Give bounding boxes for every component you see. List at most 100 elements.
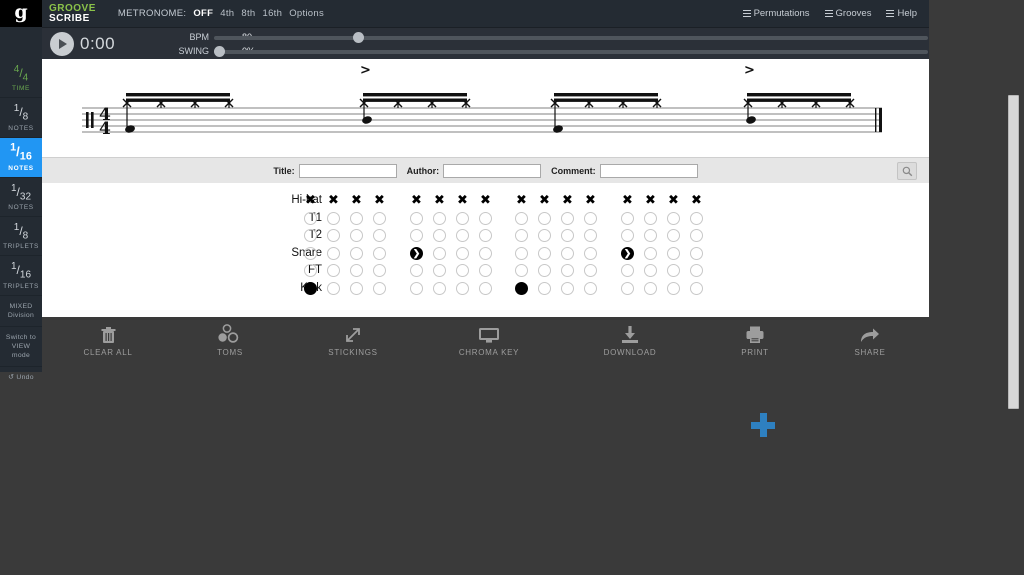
grid-row-snare-cell-8[interactable] xyxy=(479,247,492,260)
grid-row-hihat-cell-8[interactable]: ✖ xyxy=(479,194,492,207)
sidebar-item-undo[interactable]: ↺ Undo xyxy=(0,367,42,388)
grid-row-t1-cell-2[interactable] xyxy=(327,212,340,225)
grid-row-hihat-cell-5[interactable]: ✖ xyxy=(410,194,423,207)
grid-row-t2-cell-4[interactable] xyxy=(373,229,386,242)
grid-row-snare-cell-16[interactable] xyxy=(690,247,703,260)
grid-row-hihat-cell-1[interactable]: ✖ xyxy=(304,194,317,207)
grid-row-t2-cell-15[interactable] xyxy=(667,229,680,242)
grid-row-snare-cell-13[interactable]: ❯ xyxy=(621,247,634,260)
sidebar-item-32nd-notes[interactable]: 1/32 NOTES xyxy=(0,178,42,218)
grid-row-ft-cell-15[interactable] xyxy=(667,264,680,277)
grid-row-snare-cell-9[interactable] xyxy=(515,247,528,260)
grid-row-snare-cell-10[interactable] xyxy=(538,247,551,260)
grid-row-snare-cell-3[interactable] xyxy=(350,247,363,260)
grid-row-hihat-cell-7[interactable]: ✖ xyxy=(456,194,469,207)
grid-row-ft-cell-4[interactable] xyxy=(373,264,386,277)
comment-input[interactable] xyxy=(599,164,698,178)
metronome-option-4th[interactable]: 4th xyxy=(220,8,234,19)
menu-permutations[interactable]: Permutations xyxy=(742,8,810,19)
grid-row-hihat-cell-9[interactable]: ✖ xyxy=(515,194,528,207)
grid-row-t1-cell-4[interactable] xyxy=(373,212,386,225)
grid-row-kick-cell-5[interactable] xyxy=(410,282,423,295)
grid-row-snare-cell-7[interactable] xyxy=(456,247,469,260)
grid-row-hihat-cell-14[interactable]: ✖ xyxy=(644,194,657,207)
grid-row-snare-cell-1[interactable] xyxy=(304,247,317,260)
sidebar-item-mixed-division[interactable]: MIXED Division xyxy=(0,296,42,327)
menu-grooves[interactable]: Grooves xyxy=(824,8,871,19)
grid-row-t1-cell-10[interactable] xyxy=(538,212,551,225)
grid-row-kick-cell-10[interactable] xyxy=(538,282,551,295)
grid-row-t2-cell-9[interactable] xyxy=(515,229,528,242)
grid-row-t1-cell-7[interactable] xyxy=(456,212,469,225)
bpm-slider-track[interactable] xyxy=(214,36,928,40)
grid-row-kick-cell-6[interactable] xyxy=(433,282,446,295)
grid-row-kick-cell-12[interactable] xyxy=(584,282,597,295)
swing-slider-track[interactable] xyxy=(214,50,928,54)
grid-row-t1-cell-9[interactable] xyxy=(515,212,528,225)
grid-row-t2-cell-12[interactable] xyxy=(584,229,597,242)
grid-row-t2-cell-8[interactable] xyxy=(479,229,492,242)
grid-row-kick-cell-3[interactable] xyxy=(350,282,363,295)
grid-row-snare-cell-2[interactable] xyxy=(327,247,340,260)
grid-row-t2-cell-3[interactable] xyxy=(350,229,363,242)
sidebar-item-16th-notes[interactable]: 1/16 NOTES xyxy=(0,137,42,178)
clear-all-button[interactable]: CLEAR ALL xyxy=(53,322,163,357)
grid-row-ft-cell-1[interactable] xyxy=(304,264,317,277)
grid-row-kick-cell-15[interactable] xyxy=(667,282,680,295)
grid-row-snare-cell-6[interactable] xyxy=(433,247,446,260)
download-button[interactable]: DOWNLOAD xyxy=(575,322,685,357)
metronome-options-menu[interactable]: Options xyxy=(289,8,324,19)
grid-row-t1-cell-6[interactable] xyxy=(433,212,446,225)
author-input[interactable] xyxy=(443,164,542,178)
grid-row-t1-cell-8[interactable] xyxy=(479,212,492,225)
grid-row-snare-cell-14[interactable] xyxy=(644,247,657,260)
grid-row-snare-cell-5[interactable]: ❯ xyxy=(410,247,423,260)
grid-row-t1-cell-12[interactable] xyxy=(584,212,597,225)
grid-row-kick-cell-8[interactable] xyxy=(479,282,492,295)
grid-row-hihat-cell-3[interactable]: ✖ xyxy=(350,194,363,207)
grid-row-t2-cell-13[interactable] xyxy=(621,229,634,242)
grid-row-t1-cell-16[interactable] xyxy=(690,212,703,225)
bpm-slider-knob[interactable] xyxy=(353,32,364,43)
grid-row-kick-cell-13[interactable] xyxy=(621,282,634,295)
toms-button[interactable]: TOMS xyxy=(175,322,285,357)
grid-row-kick-cell-4[interactable] xyxy=(373,282,386,295)
grid-row-hihat-cell-11[interactable]: ✖ xyxy=(561,194,574,207)
grid-row-ft-cell-5[interactable] xyxy=(410,264,423,277)
grid-row-hihat-cell-2[interactable]: ✖ xyxy=(327,194,340,207)
grid-row-t2-cell-16[interactable] xyxy=(690,229,703,242)
grid-row-t1-cell-14[interactable] xyxy=(644,212,657,225)
stickings-button[interactable]: STICKINGS xyxy=(298,322,408,357)
grid-row-t2-cell-6[interactable] xyxy=(433,229,446,242)
grid-row-hihat-cell-15[interactable]: ✖ xyxy=(667,194,680,207)
swing-slider-knob[interactable] xyxy=(214,46,225,57)
grid-row-hihat-cell-10[interactable]: ✖ xyxy=(538,194,551,207)
grid-row-kick-cell-16[interactable] xyxy=(690,282,703,295)
add-measure-button[interactable] xyxy=(751,413,775,437)
sidebar-item-8th-notes[interactable]: 1/8 NOTES xyxy=(0,98,42,138)
grid-row-kick-cell-9[interactable] xyxy=(515,282,528,295)
grid-row-kick-cell-7[interactable] xyxy=(456,282,469,295)
grid-row-ft-cell-3[interactable] xyxy=(350,264,363,277)
grid-row-t2-cell-5[interactable] xyxy=(410,229,423,242)
sidebar-item-view-mode[interactable]: Switch to VIEW mode xyxy=(0,327,42,367)
grid-row-ft-cell-12[interactable] xyxy=(584,264,597,277)
grid-row-hihat-cell-6[interactable]: ✖ xyxy=(433,194,446,207)
grid-row-snare-cell-4[interactable] xyxy=(373,247,386,260)
sidebar-item-8th-triplets[interactable]: 1/8 TRIPLETS xyxy=(0,217,42,257)
grid-row-ft-cell-9[interactable] xyxy=(515,264,528,277)
page-scrollbar[interactable] xyxy=(1008,95,1019,409)
grid-row-ft-cell-16[interactable] xyxy=(690,264,703,277)
menu-help[interactable]: Help xyxy=(886,8,917,19)
grid-row-hihat-cell-16[interactable]: ✖ xyxy=(690,194,703,207)
grid-row-t1-cell-11[interactable] xyxy=(561,212,574,225)
grid-row-ft-cell-2[interactable] xyxy=(327,264,340,277)
grid-row-snare-cell-12[interactable] xyxy=(584,247,597,260)
metronome-option-16th[interactable]: 16th xyxy=(262,8,282,19)
grid-row-ft-cell-13[interactable] xyxy=(621,264,634,277)
metronome-option-8th[interactable]: 8th xyxy=(241,8,255,19)
grid-row-t2-cell-14[interactable] xyxy=(644,229,657,242)
grid-row-ft-cell-8[interactable] xyxy=(479,264,492,277)
grid-row-t2-cell-10[interactable] xyxy=(538,229,551,242)
grid-row-ft-cell-10[interactable] xyxy=(538,264,551,277)
